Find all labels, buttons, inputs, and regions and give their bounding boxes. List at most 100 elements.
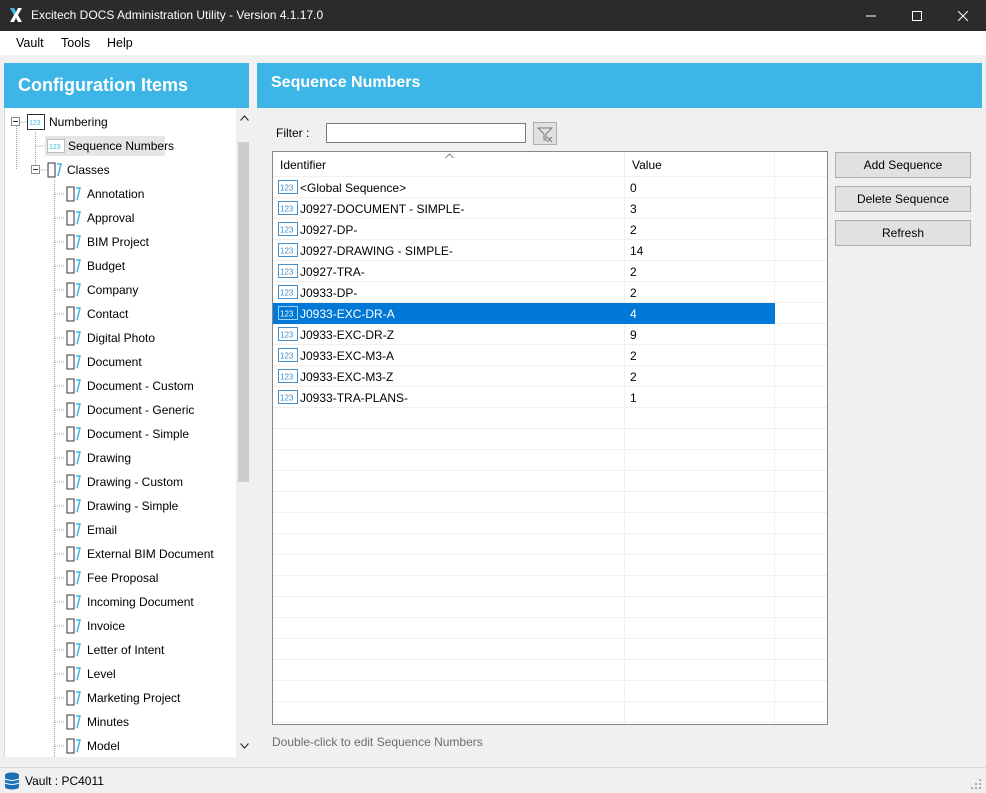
svg-text:123: 123 [280, 394, 294, 403]
table-row[interactable]: 123 J0933-TRA-PLANS- 1 [273, 387, 775, 408]
class-icon [66, 210, 81, 226]
tree-node-class-item[interactable]: Document - Generic [55, 400, 215, 420]
tree-node-class-item[interactable]: Annotation [55, 184, 215, 204]
cell-value: 14 [630, 244, 644, 258]
tree-label-sequence-numbers: Sequence Numbers [68, 139, 175, 153]
menu-bar: Vault Tools Help [0, 31, 986, 55]
add-sequence-button[interactable]: Add Sequence [835, 152, 971, 178]
svg-text:123: 123 [280, 226, 294, 235]
tree-node-class-item[interactable]: Drawing - Custom [55, 472, 215, 492]
delete-sequence-button[interactable]: Delete Sequence [835, 186, 971, 212]
tree-label-class-item: Marketing Project [87, 691, 181, 705]
tree-node-class-item[interactable]: Document - Custom [55, 376, 215, 396]
menu-help[interactable]: Help [107, 36, 133, 50]
table-row[interactable]: 123 J0927-TRA- 2 [273, 261, 775, 282]
sequence-number-icon: 123 [278, 285, 298, 299]
clear-filter-button[interactable] [533, 122, 557, 145]
tree-node-class-item[interactable]: Approval [55, 208, 215, 228]
scroll-down-arrow[interactable] [236, 740, 249, 752]
table-row[interactable]: 123 <Global Sequence> 0 [273, 177, 775, 198]
tree-scrollbar[interactable] [236, 108, 249, 757]
tree-node-class-item[interactable]: Document - Simple [55, 424, 215, 444]
table-row[interactable]: 123 J0927-DP- 2 [273, 219, 775, 240]
table-row[interactable]: 123 J0927-DOCUMENT - SIMPLE- 3 [273, 198, 775, 219]
sequence-number-icon: 123 [278, 327, 298, 341]
menu-vault[interactable]: Vault [16, 36, 44, 50]
sequence-number-icon: 123 [278, 180, 298, 194]
sequence-number-icon: 123 [278, 201, 298, 215]
tree-node-class-item[interactable]: Drawing [55, 448, 215, 468]
column-header-identifier[interactable]: Identifier [273, 152, 625, 176]
tree-label-class-item: Budget [87, 259, 126, 273]
class-icon [66, 690, 81, 706]
scroll-up-arrow[interactable] [236, 112, 249, 124]
table-row[interactable]: 123 J0933-EXC-M3-Z 2 [273, 366, 775, 387]
tree-node-class-item[interactable]: Marketing Project [55, 688, 215, 708]
tree-node-class-item[interactable]: Fee Proposal [55, 568, 215, 588]
tree-node-class-item[interactable]: Model [55, 736, 215, 756]
table-row[interactable]: 123 J0927-DRAWING - SIMPLE- 14 [273, 240, 775, 261]
table-row[interactable]: 123 J0933-EXC-DR-A 4 [273, 303, 775, 324]
tree-node-class-item[interactable]: Company [55, 280, 215, 300]
class-icon [66, 402, 81, 418]
svg-text:123: 123 [280, 352, 294, 361]
menu-tools[interactable]: Tools [61, 36, 90, 50]
row-divider [273, 680, 827, 681]
tree-node-class-item[interactable]: Email [55, 520, 215, 540]
scroll-thumb[interactable] [238, 142, 249, 482]
maximize-button[interactable] [894, 0, 940, 31]
tree-node-class-item[interactable]: Digital Photo [55, 328, 215, 348]
tree-node-class-item[interactable]: Document [55, 352, 215, 372]
maximize-icon [912, 10, 922, 21]
tree-node-class-item[interactable]: Incoming Document [55, 592, 215, 612]
close-icon [958, 10, 968, 21]
tree-node-class-item[interactable]: Level [55, 664, 215, 684]
minimize-button[interactable] [848, 0, 894, 31]
tree-node-classes[interactable]: Classes [31, 160, 151, 180]
tree-node-class-item[interactable]: Budget [55, 256, 215, 276]
resize-grip-icon[interactable] [970, 778, 982, 790]
row-divider [273, 554, 827, 555]
cell-identifier: J0927-DOCUMENT - SIMPLE- [300, 202, 465, 216]
filter-input[interactable] [326, 123, 526, 143]
svg-text:123: 123 [49, 144, 61, 151]
cell-identifier: J0933-EXC-M3-A [300, 349, 395, 363]
cell-value: 2 [630, 349, 637, 363]
tree-node-class-item[interactable]: Invoice [55, 616, 215, 636]
svg-text:123: 123 [280, 373, 294, 382]
tree-node-numbering[interactable]: 123 Numbering [11, 112, 131, 132]
class-icon [66, 474, 81, 490]
sequence-grid[interactable]: Identifier Value 123 <Global Sequence> 0 12… [272, 151, 828, 725]
table-row[interactable]: 123 J0933-EXC-DR-Z 9 [273, 324, 775, 345]
tree-node-class-item[interactable]: Letter of Intent [55, 640, 215, 660]
tree-node-class-item[interactable]: Minutes [55, 712, 215, 732]
refresh-button[interactable]: Refresh [835, 220, 971, 246]
cell-value: 2 [630, 223, 637, 237]
table-row[interactable]: 123 J0933-EXC-M3-A 2 [273, 345, 775, 366]
app-logo-icon [10, 8, 22, 22]
tree-node-class-item[interactable]: Drawing - Simple [55, 496, 215, 516]
configuration-tree[interactable]: 123 Numbering 123 Sequence Numbers Class… [4, 108, 249, 757]
cell-value: 1 [630, 391, 637, 405]
cell-identifier: J0927-DRAWING - SIMPLE- [300, 244, 453, 258]
row-divider [273, 659, 827, 660]
tree-label-class-item: BIM Project [87, 235, 150, 249]
tree-node-class-item[interactable]: Contact [55, 304, 215, 324]
table-row[interactable]: 123 J0933-DP- 2 [273, 282, 775, 303]
tree-label-class-item: Email [87, 523, 118, 537]
database-icon [4, 772, 20, 790]
configuration-items-title: Configuration Items [18, 75, 188, 95]
class-icon [66, 666, 81, 682]
chevron-up-icon [240, 115, 249, 121]
cell-value: 2 [630, 286, 637, 300]
tree-node-sequence-numbers[interactable]: 123 Sequence Numbers [45, 136, 174, 156]
class-icon [66, 642, 81, 658]
class-icon [66, 546, 81, 562]
tree-node-class-item[interactable]: BIM Project [55, 232, 215, 252]
column-header-value[interactable]: Value [625, 152, 775, 176]
cell-identifier: J0933-EXC-M3-Z [300, 370, 394, 384]
tree-label-class-item: Drawing [87, 451, 132, 465]
close-button[interactable] [940, 0, 986, 31]
class-icon [66, 714, 81, 730]
tree-node-class-item[interactable]: External BIM Document [55, 544, 215, 564]
